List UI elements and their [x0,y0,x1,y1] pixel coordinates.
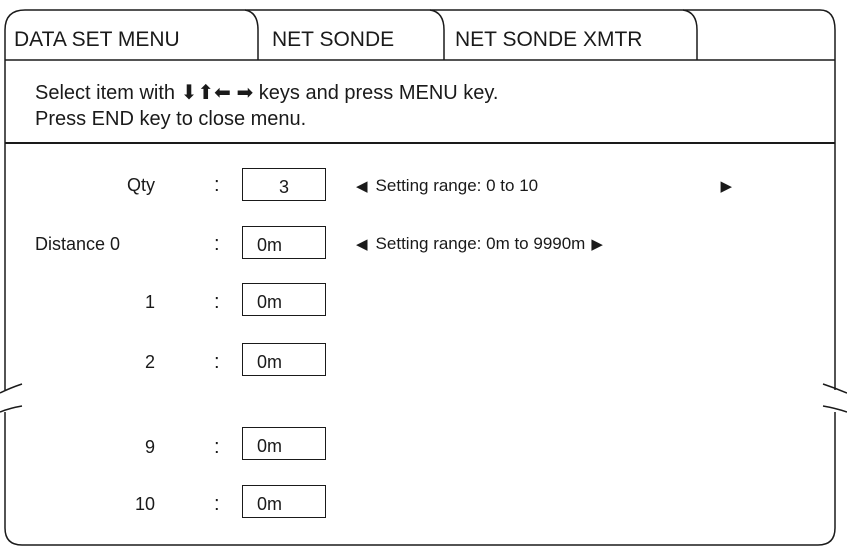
distance-0-colon: : [214,233,220,255]
distance-10-value: 0m [257,494,283,514]
distance-10-label: 10 [134,494,155,514]
distance-1-label: 1 [144,292,155,312]
tab-net-sonde[interactable]: NET SONDE [272,28,394,52]
instruction-suffix: keys and press MENU key. [258,82,499,104]
left-triangle-icon: ◀ [356,236,368,253]
distance-2-value: 0m [257,352,283,372]
qty-range-text: Setting range: 0 to 10 [375,176,539,195]
distance-range-text: Setting range: 0m to 9990m [375,234,586,253]
distance-1-colon: : [214,291,220,313]
instruction-line-1: Select item with ⬇⬆⬅ ➡ keys and press ME… [35,80,499,105]
instruction-prefix: Select item with [35,82,176,104]
distance-9-field[interactable]: 0m [242,427,326,460]
left-triangle-icon: ◀ [356,178,368,195]
distance-2-field[interactable]: 0m [242,343,326,376]
instruction-line-2: Press END key to close menu. [35,108,307,130]
distance-2-colon: : [214,351,220,373]
distance-0-field[interactable]: 0m [242,226,326,259]
distance-1-value: 0m [257,292,283,312]
tab-data-set-menu[interactable]: DATA SET MENU [14,28,180,52]
distance-1-field[interactable]: 0m [242,283,326,316]
distance-10-colon: : [214,493,220,515]
right-triangle-icon: ▶ [720,178,733,195]
qty-colon: : [214,174,220,196]
qty-field[interactable]: 3 [242,168,326,201]
distance-range-hint: ◀ Setting range: 0m to 9990m ▶ [356,234,603,254]
qty-label: Qty [126,175,155,195]
distance-9-colon: : [214,436,220,458]
distance-10-field[interactable]: 0m [242,485,326,518]
distance-2-label: 2 [144,352,155,372]
right-triangle-icon: ▶ [591,236,603,253]
arrow-keys-icon: ⬇⬆⬅ ➡ [180,82,254,104]
tab-net-sonde-xmtr[interactable]: NET SONDE XMTR [455,28,642,52]
distance-0-label: Distance 0 [35,234,121,254]
distance-9-value: 0m [257,436,283,456]
distance-9-label: 9 [144,437,155,457]
qty-range-hint: ◀ Setting range: 0 to 10 ▶ [356,176,732,196]
qty-value: 3 [278,177,289,197]
distance-0-value: 0m [257,235,283,255]
